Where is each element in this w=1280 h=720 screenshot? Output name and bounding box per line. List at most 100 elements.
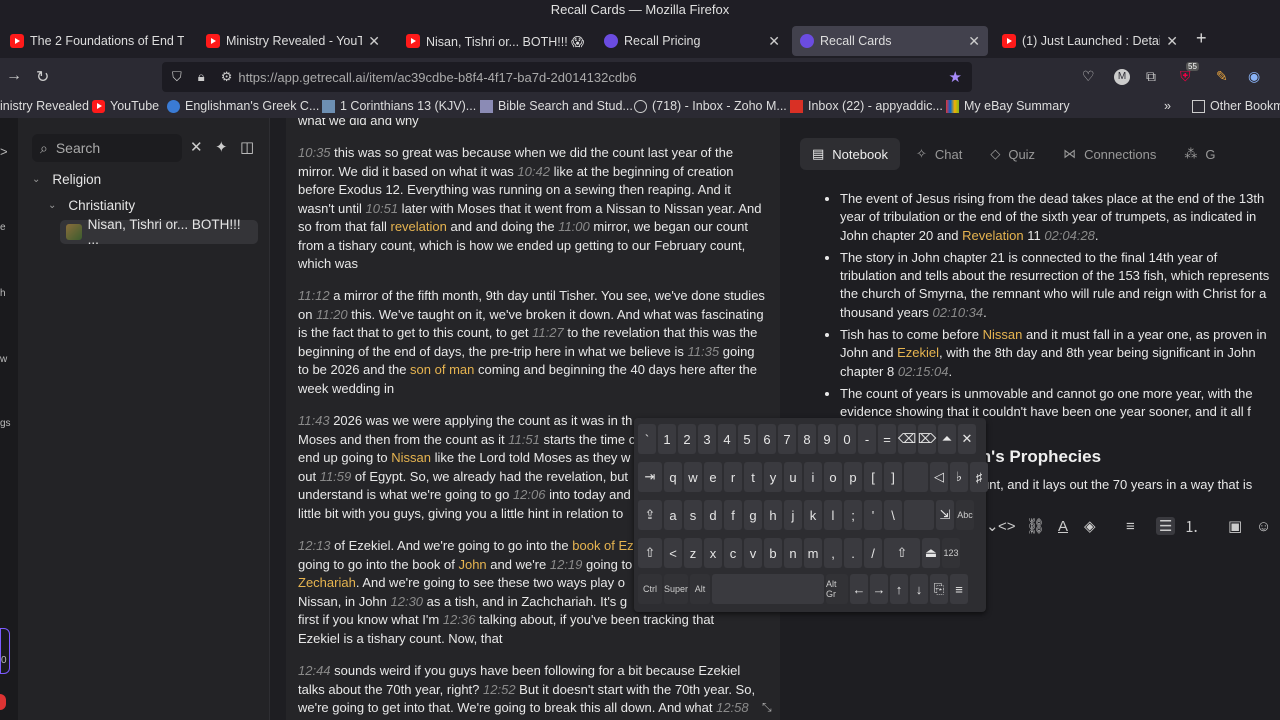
keyboard-key[interactable] bbox=[904, 500, 934, 530]
code-icon[interactable]: <> bbox=[998, 518, 1016, 535]
keyboard-key[interactable]: p bbox=[844, 462, 862, 492]
timestamp[interactable]: 12:58 bbox=[716, 700, 749, 715]
keyboard-key[interactable]: Ctrl bbox=[638, 574, 662, 604]
forward-icon[interactable]: → bbox=[6, 67, 22, 85]
keyboard-key[interactable]: Abc bbox=[956, 500, 974, 530]
timestamp[interactable]: 02:15:04 bbox=[898, 364, 949, 379]
highlighted-term[interactable]: revelation bbox=[390, 219, 446, 234]
image-icon[interactable]: ▣ bbox=[1228, 517, 1242, 535]
keyboard-key[interactable]: z bbox=[684, 538, 702, 568]
tab-foundations[interactable]: The 2 Foundations of End T bbox=[2, 26, 192, 56]
timestamp[interactable]: 12:06 bbox=[513, 487, 546, 502]
chevron-right-icon[interactable]: > bbox=[0, 144, 8, 159]
keyboard-key[interactable]: v bbox=[744, 538, 762, 568]
tab-quiz[interactable]: ◇ Quiz bbox=[978, 138, 1047, 170]
tab-notebook[interactable]: ▤ Notebook bbox=[800, 138, 900, 170]
tab-recall-cards[interactable]: Recall Cards ✕ bbox=[792, 26, 988, 56]
keyboard-key[interactable]: ⌦ bbox=[918, 424, 936, 454]
keyboard-key[interactable]: r bbox=[724, 462, 742, 492]
reload-icon[interactable]: ↻ bbox=[36, 67, 49, 87]
keyboard-key[interactable]: o bbox=[824, 462, 842, 492]
keyboard-key[interactable]: j bbox=[784, 500, 802, 530]
clear-icon[interactable]: ✕ bbox=[190, 138, 203, 156]
keyboard-key[interactable]: - bbox=[858, 424, 876, 454]
align-icon[interactable]: ≡ bbox=[1126, 518, 1135, 535]
keyboard-key[interactable]: ◁ bbox=[930, 462, 948, 492]
chevron-down-icon[interactable]: ⌄ bbox=[986, 517, 999, 535]
close-icon[interactable]: ✕ bbox=[1166, 33, 1178, 50]
highlighted-term[interactable]: Zechariah bbox=[298, 575, 356, 590]
tab-nisan-tishri[interactable]: Nisan, Tishri or... BOTH!!! 😱 bbox=[398, 26, 594, 56]
keyboard-key[interactable]: d bbox=[704, 500, 722, 530]
keyboard-key[interactable]: 9 bbox=[818, 424, 836, 454]
tree-item-nisan-tishri[interactable]: Nisan, Tishri or... BOTH!!! ... bbox=[60, 217, 258, 247]
tab-recall-pricing[interactable]: Recall Pricing ✕ bbox=[596, 26, 788, 56]
tree-item-christianity[interactable]: ⌄ Christianity bbox=[48, 198, 135, 213]
keyboard-key[interactable]: 2 bbox=[678, 424, 696, 454]
bookmark-zoho-inbox[interactable]: (718) - Inbox - Zoho M... bbox=[634, 99, 787, 113]
keyboard-key[interactable]: s bbox=[684, 500, 702, 530]
emoji-icon[interactable]: ☺ bbox=[1256, 518, 1271, 535]
timestamp[interactable]: 11:00 bbox=[558, 219, 590, 234]
keyboard-key[interactable]: ⇪ bbox=[638, 500, 662, 530]
timestamp[interactable]: 11:43 bbox=[298, 413, 330, 428]
keyboard-key[interactable]: 6 bbox=[758, 424, 776, 454]
tab-connections[interactable]: ⋈ Connections bbox=[1051, 138, 1168, 170]
keyboard-key[interactable]: ⌫ bbox=[898, 424, 916, 454]
keyboard-key[interactable]: ⏏ bbox=[922, 538, 940, 568]
keyboard-key[interactable]: Alt Gr bbox=[826, 574, 848, 604]
recall-extension-icon[interactable]: ◉ bbox=[1248, 68, 1260, 85]
keyboard-key[interactable]: ⏶ bbox=[938, 424, 956, 454]
bookmark-gmail-inbox[interactable]: Inbox (22) - appyaddic... bbox=[790, 99, 943, 113]
sidebar-toggle-icon[interactable]: ◫ bbox=[240, 138, 254, 156]
keyboard-key[interactable]: w bbox=[684, 462, 702, 492]
new-tab-button[interactable]: + bbox=[1196, 28, 1207, 49]
keyboard-key[interactable]: ♭ bbox=[950, 462, 968, 492]
keyboard-key[interactable]: ` bbox=[638, 424, 656, 454]
timestamp[interactable]: 11:59 bbox=[320, 469, 352, 484]
timestamp[interactable]: 11:12 bbox=[298, 288, 330, 303]
timestamp[interactable]: 12:52 bbox=[483, 682, 516, 697]
link-icon[interactable]: ⛓ bbox=[1026, 517, 1045, 535]
keyboard-key[interactable]: l bbox=[824, 500, 842, 530]
keyboard-key[interactable]: ⇥ bbox=[638, 462, 662, 492]
keyboard-key[interactable]: ↑ bbox=[890, 574, 908, 604]
timestamp[interactable]: 10:42 bbox=[517, 164, 550, 179]
bookmark-ebay[interactable]: My eBay Summary bbox=[946, 99, 1070, 113]
pin-icon[interactable]: ✦ bbox=[215, 138, 228, 156]
extension-icon[interactable]: ✎ bbox=[1216, 68, 1228, 85]
numbered-list-icon[interactable]: ⒈ bbox=[1184, 516, 1199, 537]
highlight-icon[interactable]: ◈ bbox=[1084, 517, 1096, 535]
keyboard-key[interactable]: g bbox=[744, 500, 762, 530]
keyboard-key[interactable]: h bbox=[764, 500, 782, 530]
keyboard-key[interactable]: 8 bbox=[798, 424, 816, 454]
timestamp[interactable]: 02:10:34 bbox=[933, 305, 984, 320]
timestamp[interactable]: 12:19 bbox=[550, 557, 583, 572]
timestamp[interactable]: 12:44 bbox=[298, 663, 331, 678]
keyboard-key[interactable]: ⇲ bbox=[936, 500, 954, 530]
keyboard-key[interactable]: 123 bbox=[942, 538, 960, 568]
keyboard-key[interactable]: x bbox=[704, 538, 722, 568]
bullet-list-icon[interactable]: ☰ bbox=[1156, 517, 1176, 535]
keyboard-key[interactable]: y bbox=[764, 462, 782, 492]
timestamp[interactable]: 12:13 bbox=[298, 538, 331, 553]
highlighted-term[interactable]: Revelation bbox=[962, 228, 1023, 243]
timestamp[interactable]: 11:27 bbox=[532, 325, 564, 340]
keyboard-key[interactable]: i bbox=[804, 462, 822, 492]
keyboard-key[interactable]: 5 bbox=[738, 424, 756, 454]
keyboard-key[interactable]: k bbox=[804, 500, 822, 530]
highlighted-term[interactable]: John bbox=[458, 557, 486, 572]
highlighted-term[interactable]: Nissan bbox=[391, 450, 431, 465]
tab-graph[interactable]: ⁂ G bbox=[1172, 138, 1227, 170]
keyboard-key[interactable]: ; bbox=[844, 500, 862, 530]
tab-chat[interactable]: ✧ Chat bbox=[904, 138, 974, 170]
keyboard-key[interactable]: a bbox=[664, 500, 682, 530]
keyboard-key[interactable]: . bbox=[844, 538, 862, 568]
keyboard-key[interactable]: , bbox=[824, 538, 842, 568]
keyboard-key[interactable]: Super bbox=[664, 574, 688, 604]
keyboard-key[interactable]: m bbox=[804, 538, 822, 568]
highlighted-term[interactable]: Ezekiel bbox=[897, 345, 939, 360]
timestamp[interactable]: 12:30 bbox=[391, 594, 424, 609]
highlighted-term[interactable]: son of man bbox=[410, 362, 474, 377]
timestamp[interactable]: 10:35 bbox=[298, 145, 331, 160]
